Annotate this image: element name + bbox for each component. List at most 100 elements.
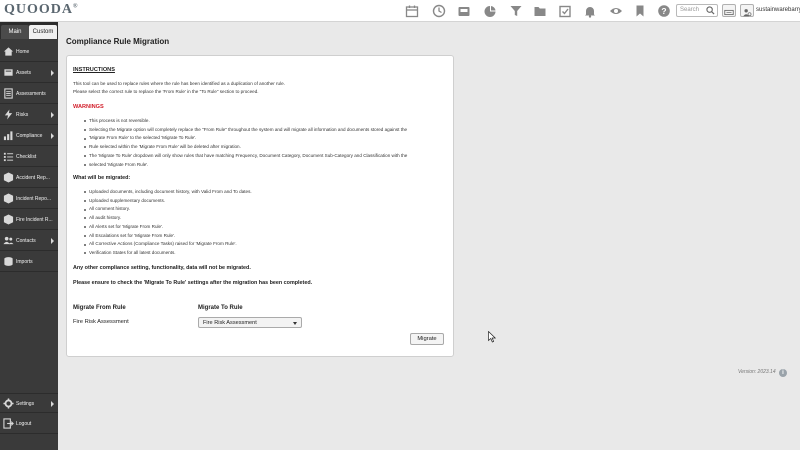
warning-item: This process is not reversible. xyxy=(73,117,449,126)
tab-main[interactable]: Main xyxy=(1,25,29,39)
migrate-to-select[interactable]: Fire Risk Assessment xyxy=(198,317,302,328)
home-icon xyxy=(3,47,14,56)
migrated-item: All audit history. xyxy=(73,214,449,223)
clock-icon[interactable] xyxy=(432,4,446,18)
sidebar-item-label: Assets xyxy=(16,70,32,76)
sidebar-item-label: Contacts xyxy=(16,238,36,244)
sidebar-item-assessments[interactable]: Assessments xyxy=(0,84,58,104)
warning-item-continued: 'Migrate From Rule' to the selected 'Mig… xyxy=(73,134,449,143)
logout-icon xyxy=(3,418,14,429)
filter-icon[interactable] xyxy=(509,4,523,18)
sidebar-item-checklist[interactable]: Checklist xyxy=(0,147,58,167)
bookmark-icon[interactable] xyxy=(633,4,647,18)
chevron-right-icon xyxy=(51,70,54,76)
sidebar-item-label: Settings xyxy=(16,401,35,407)
migrated-item: Verification States for all latest docum… xyxy=(73,249,449,258)
check-settings-note: Please ensure to check the 'Migrate To R… xyxy=(73,280,313,286)
incident-icon xyxy=(3,193,14,204)
info-icon[interactable]: i xyxy=(779,369,787,377)
svg-text:?: ? xyxy=(661,6,666,16)
sidebar-item-label: Checklist xyxy=(16,154,37,160)
sidebar-item-label: Logout xyxy=(16,421,32,427)
checklist-icon xyxy=(3,152,14,162)
migrated-item: All Escalations set for 'Migrate From Ru… xyxy=(73,232,449,241)
inbox-icon[interactable] xyxy=(457,4,471,18)
assessments-icon xyxy=(4,88,13,99)
not-migrated-note: Any other compliance setting, functional… xyxy=(73,265,251,271)
sidebar-item-label: Assessments xyxy=(16,91,46,97)
sidebar-item-logout[interactable]: Logout xyxy=(0,414,58,434)
keyboard-icon xyxy=(724,9,734,16)
sidebar-item-assets[interactable]: Assets xyxy=(0,63,58,83)
sidebar-item-settings[interactable]: Settings xyxy=(0,393,58,413)
tab-custom[interactable]: Custom xyxy=(29,25,57,39)
sidebar-item-imports[interactable]: Imports xyxy=(0,252,58,272)
warning-item: The 'Migrate To Rule' dropdown will only… xyxy=(73,152,449,161)
migrate-from-value: Fire Risk Assessment xyxy=(73,319,129,325)
warnings-heading: WARNINGS xyxy=(73,104,104,110)
sidebar-item-accident-reports[interactable]: Accident Rep... xyxy=(0,168,58,188)
user-icon xyxy=(743,9,752,17)
fire-incident-icon xyxy=(3,214,14,225)
top-bar: QUOODA® ? Search sustainwarebarry xyxy=(0,0,800,22)
warning-item: Selecting the Migrate option will comple… xyxy=(73,126,449,135)
migrate-to-selected: Fire Risk Assessment xyxy=(203,320,257,326)
warning-item-continued: selected 'Migrate From Rule'. xyxy=(73,161,449,170)
chevron-down-icon xyxy=(293,322,297,325)
migrated-item: Uploaded documents, including document h… xyxy=(73,188,449,197)
eye-icon[interactable] xyxy=(609,4,623,18)
chevron-right-icon xyxy=(51,401,54,407)
sidebar-item-label: Risks xyxy=(16,112,29,118)
sidebar-item-risks[interactable]: Risks xyxy=(0,105,58,125)
accident-icon xyxy=(3,172,14,183)
migrate-button[interactable]: Migrate xyxy=(410,333,444,345)
version-label: Version: 2023.14 xyxy=(738,369,776,375)
sidebar-item-compliance[interactable]: Compliance xyxy=(0,126,58,146)
instructions-line: Please select the correct rule to replac… xyxy=(73,89,259,94)
migrate-from-label: Migrate From Rule xyxy=(73,305,126,311)
instructions-heading: INSTRUCTIONS xyxy=(73,67,115,73)
chevron-right-icon xyxy=(51,112,54,118)
risks-icon xyxy=(4,109,13,120)
mouse-cursor-icon xyxy=(488,331,496,343)
migration-panel: INSTRUCTIONS This tool can be used to re… xyxy=(66,55,454,357)
migrated-item: All Corrective Actions (Compliance Tasks… xyxy=(73,240,449,249)
sidebar-item-contacts[interactable]: Contacts xyxy=(0,231,58,251)
chevron-right-icon xyxy=(51,238,54,244)
app-logo[interactable]: QUOODA® xyxy=(4,2,78,18)
pie-chart-icon[interactable] xyxy=(483,4,497,18)
migrated-list: Uploaded documents, including document h… xyxy=(73,188,449,258)
user-name[interactable]: sustainwarebarry xyxy=(756,7,800,13)
chevron-right-icon xyxy=(51,133,54,139)
warning-item: Rule selected within the 'Migrate From R… xyxy=(73,143,449,152)
sidebar-item-fire-incident-reports[interactable]: Fire Incident R... xyxy=(0,210,58,230)
help-icon[interactable]: ? xyxy=(657,4,671,18)
page-title: Compliance Rule Migration xyxy=(66,37,170,46)
migrated-item: All comment history. xyxy=(73,205,449,214)
keyboard-shortcut-button[interactable] xyxy=(722,4,736,17)
imports-icon xyxy=(4,257,13,266)
sidebar-item-label: Compliance xyxy=(16,133,43,139)
checklist-icon[interactable] xyxy=(558,4,572,18)
folder-icon[interactable] xyxy=(533,4,547,18)
gear-icon xyxy=(3,398,14,409)
bell-icon[interactable] xyxy=(583,4,597,18)
contacts-icon xyxy=(3,236,14,245)
migrated-item: Uploaded supplementary documents. xyxy=(73,197,449,206)
sidebar-tabs: Main Custom xyxy=(0,22,58,39)
sidebar-item-incident-reports[interactable]: Incident Repo... xyxy=(0,189,58,209)
sidebar-item-label: Fire Incident R... xyxy=(16,217,53,223)
sidebar-item-label: Accident Rep... xyxy=(16,175,50,181)
sidebar-item-label: Incident Repo... xyxy=(16,196,52,202)
search-icon[interactable] xyxy=(706,6,715,15)
warnings-list: This process is not reversible. Selectin… xyxy=(73,117,449,169)
sidebar-item-label: Imports xyxy=(16,259,33,265)
user-menu-button[interactable] xyxy=(740,4,754,17)
sidebar-item-home[interactable]: Home xyxy=(0,42,58,62)
migrated-item: All Alerts set for 'Migrate From Rule'. xyxy=(73,223,449,232)
sidebar: Main Custom Home Assets Assessments Risk… xyxy=(0,22,58,450)
instructions-line: This tool can be used to replace rules w… xyxy=(73,81,285,86)
calendar-icon[interactable] xyxy=(405,4,419,18)
migrate-to-label: Migrate To Rule xyxy=(198,305,243,311)
sidebar-item-label: Home xyxy=(16,49,30,55)
